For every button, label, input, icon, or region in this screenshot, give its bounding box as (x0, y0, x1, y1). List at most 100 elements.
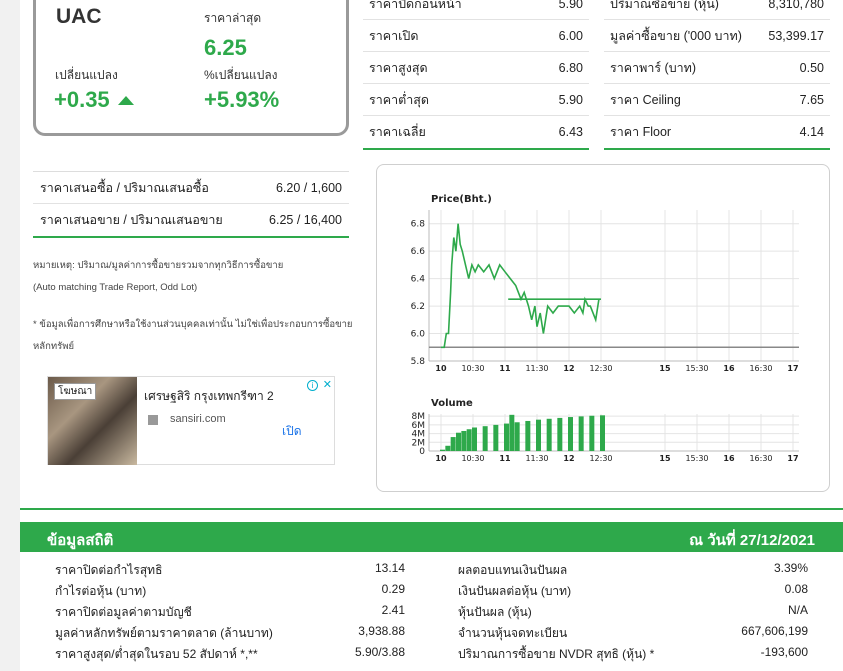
ad-banner[interactable]: โฆษณา เศรษฐสิริ กรุงเทพกรีฑา 2 sansiri.c… (47, 376, 335, 465)
x-tick-label: 16 (723, 364, 735, 373)
note-line-4: หลักทรัพย์ (33, 341, 75, 352)
y-tick-label: 0 (419, 447, 425, 457)
stats-right-column: ผลตอบแทนเงินปันผล 3.39% เงินปันผลต่อหุ้น … (458, 561, 808, 666)
note-line-3: * ข้อมูลเพื่อการศึกษาหรือใช้งานส่วนบุคคล… (33, 319, 353, 330)
table-row: ราคาต่ำสุด 5.90 (363, 84, 589, 116)
stat-row: จำนวนหุ้นจดทะเบียน 667,606,199 (458, 624, 808, 645)
stat-row: ผลตอบแทนเงินปันผล 3.39% (458, 561, 808, 582)
stat-row: เงินปันผลต่อหุ้น (บาท) 0.08 (458, 582, 808, 603)
row-value: 8,310,780 (768, 0, 824, 11)
volume-bar (589, 415, 595, 451)
x-tick-label: 17 (787, 454, 798, 463)
table-row: ราคา Ceiling 7.65 (604, 84, 830, 116)
y-tick-label: 6.2 (411, 302, 425, 312)
row-label: ราคา Ceiling (610, 92, 681, 107)
stat-value: 0.29 (381, 582, 405, 596)
stats-left-column: ราคาปิดต่อกำไรสุทธิ 13.14 กำไรต่อหุ้น (บา… (55, 561, 405, 666)
pct-change-label: %เปลี่ยนแปลง (204, 68, 278, 82)
ad-close-icon[interactable]: ✕ (323, 378, 332, 391)
x-tick-label: 15:30 (685, 364, 708, 373)
x-tick-label: 11:30 (525, 364, 548, 373)
row-label: ราคาปิดก่อนหน้า (369, 0, 462, 11)
stat-row: ราคาปิดต่อกำไรสุทธิ 13.14 (55, 561, 405, 582)
stat-row: กำไรต่อหุ้น (บาท) 0.29 (55, 582, 405, 603)
price-line (441, 223, 601, 349)
row-value: 7.65 (799, 92, 824, 107)
stat-label: เงินปันผลต่อหุ้น (บาท) (458, 584, 572, 598)
stat-value: 3.39% (773, 561, 808, 575)
stat-label: จำนวนหุ้นจดทะเบียน (458, 626, 568, 640)
price-table-right: ปริมาณซื้อขาย (หุ้น) 8,310,780 มูลค่าซื้อ… (604, 0, 830, 150)
x-tick-label: 16:30 (749, 454, 772, 463)
volume-bar (578, 416, 584, 451)
row-value: 6.43 (558, 125, 583, 139)
stat-label: ราคาสูงสุด/ต่ำสุดในรอบ 52 สัปดาห์ *,** (55, 647, 258, 661)
row-label: ปริมาณซื้อขาย (หุ้น) (610, 0, 719, 11)
volume-bar (493, 424, 499, 451)
stat-value: -193,600 (760, 645, 808, 659)
row-value: 5.90 (558, 0, 583, 11)
stat-label: กำไรต่อหุ้น (บาท) (55, 584, 147, 598)
x-tick-label: 12 (563, 364, 574, 373)
table-row: มูลค่าซื้อขาย ('000 บาท) 53,399.17 (604, 20, 830, 52)
volume-bar (445, 445, 451, 451)
volume-bar (456, 432, 461, 451)
row-value: 0.50 (799, 60, 824, 75)
volume-bar (461, 430, 467, 451)
volume-bar (509, 414, 515, 451)
volume-bar (546, 418, 552, 451)
change-label: เปลี่ยนแปลง (55, 68, 118, 82)
volume-bar (466, 429, 472, 451)
stat-label: มูลค่าหลักทรัพย์ตามราคาตลาด (ล้านบาท) (55, 626, 273, 640)
price-table-left: ราคาปิดก่อนหน้า 5.90 ราคาเปิด 6.00 ราคาสูง… (363, 0, 589, 150)
row-label: มูลค่าซื้อขาย ('000 บาท) (610, 28, 742, 43)
x-tick-label: 17 (787, 364, 798, 373)
offer-label: ราคาเสนอขาย / ปริมาณเสนอขาย (40, 213, 223, 227)
ad-site[interactable]: sansiri.com (170, 413, 226, 425)
x-tick-label: 11:30 (525, 454, 548, 463)
volume-bar (482, 426, 488, 451)
y-tick-label: 5.8 (411, 357, 426, 367)
stats-header: ข้อมูลสถิติ ณ วันที่ 27/12/2021 (20, 522, 843, 552)
stat-value: N/A (787, 603, 808, 617)
row-label: ราคา Floor (610, 125, 672, 139)
volume-bar (472, 427, 477, 451)
stat-row: ราคาสูงสุด/ต่ำสุดในรอบ 52 สัปดาห์ *,** 5.… (55, 645, 405, 666)
pct-change-value: +5.93% (204, 87, 280, 112)
table-row: ราคาสูงสุด 6.80 (363, 52, 589, 84)
bid-value: 6.20 / 1,600 (275, 180, 342, 195)
stat-label: ผลตอบแทนเงินปันผล (458, 563, 568, 577)
bid-label: ราคาเสนอซื้อ / ปริมาณเสนอซื้อ (40, 180, 209, 195)
stock-summary-card: UAC ราคาล่าสุด 6.25 เปลี่ยนแปลง +0.35 %เ… (33, 0, 349, 136)
row-label: ราคาสูงสุด (369, 60, 428, 75)
table-row: ราคาเปิด 6.00 (363, 20, 589, 52)
table-row: ราคา Floor 4.14 (604, 116, 830, 148)
chart-title: Price(Bht.) (431, 194, 492, 205)
stat-label: หุ้นปันผล (หุ้น) (458, 605, 532, 619)
volume-bar (440, 449, 445, 451)
stat-label: ราคาปิดต่อกำไรสุทธิ (55, 563, 163, 577)
stat-row: ปริมาณการซื้อขาย NVDR สุทธิ (หุ้น) * -193… (458, 645, 808, 666)
stat-row: ราคาปิดต่อมูลค่าตามบัญชี 2.41 (55, 603, 405, 624)
site-favicon-icon (148, 415, 158, 425)
chart-title: Volume (431, 398, 473, 409)
x-tick-label: 15 (659, 364, 671, 373)
stat-row: มูลค่าหลักทรัพย์ตามราคาตลาด (ล้านบาท) 3,9… (55, 624, 405, 645)
volume-bar (514, 422, 520, 451)
row-label: ราคาเปิด (369, 28, 419, 43)
table-row: ราคาเสนอซื้อ / ปริมาณเสนอซื้อ 6.20 / 1,60… (33, 172, 349, 204)
ad-title[interactable]: เศรษฐสิริ กรุงเทพกรีฑา 2 (144, 387, 274, 406)
x-tick-label: 12:30 (589, 454, 612, 463)
row-label: ราคาเฉลี่ย (369, 125, 426, 139)
y-tick-label: 6.0 (411, 330, 426, 340)
offer-value: 6.25 / 16,400 (269, 213, 342, 227)
volume-bar (600, 415, 605, 451)
volume-bar (557, 417, 563, 451)
stat-value: 13.14 (374, 561, 405, 575)
note-line-2: (Auto matching Trade Report, Odd Lot) (33, 282, 198, 293)
ad-info-icon[interactable]: i (307, 380, 318, 391)
row-value: 5.90 (558, 92, 583, 107)
up-arrow-icon (118, 96, 134, 105)
row-value: 53,399.17 (768, 28, 824, 43)
ad-open-button[interactable]: เปิด (282, 422, 302, 441)
